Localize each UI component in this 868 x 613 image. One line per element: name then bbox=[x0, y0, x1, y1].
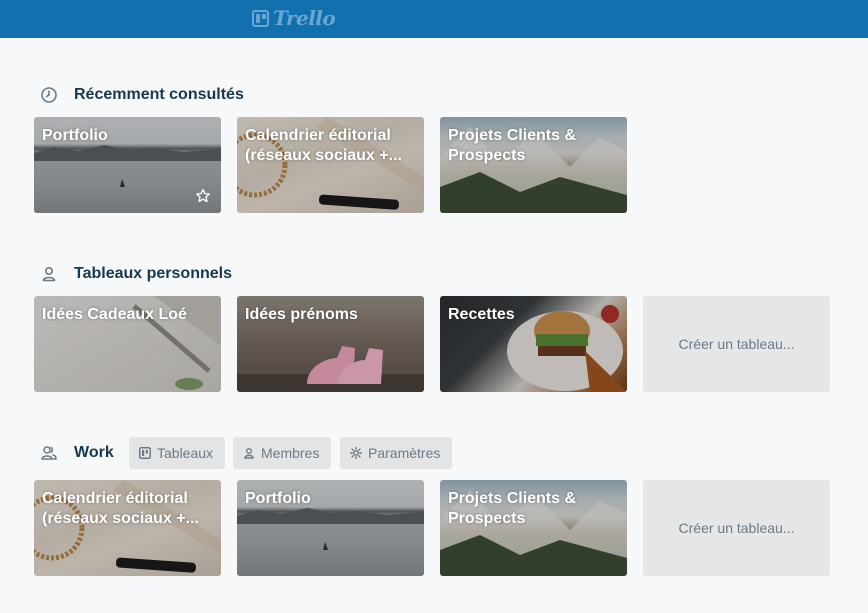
trello-board-icon bbox=[252, 9, 269, 27]
board-title: Idées prénoms bbox=[245, 306, 358, 323]
section-title: Récemment consultés bbox=[74, 86, 244, 103]
create-board-button[interactable]: Créer un tableau... bbox=[643, 296, 830, 392]
board-title: Portfolio bbox=[245, 490, 311, 507]
trello-logo[interactable]: Trello bbox=[252, 6, 336, 30]
board-tile-idees-prenoms[interactable]: Idées prénoms bbox=[237, 296, 424, 392]
logo-text: Trello bbox=[273, 6, 336, 30]
board-title: Projets Clients & Prospects bbox=[448, 127, 577, 164]
recent-section-header: Récemment consultés bbox=[40, 84, 244, 106]
star-icon[interactable] bbox=[195, 188, 211, 204]
team-boards-tab[interactable]: Tableaux bbox=[129, 437, 226, 469]
board-tile-calendrier-editorial[interactable]: Calendrier éditorial (réseaux sociaux +.… bbox=[237, 117, 424, 213]
board-tile-idees-cadeaux[interactable]: Idées Cadeaux Loé bbox=[34, 296, 221, 392]
board-tile-calendrier-editorial[interactable]: Calendrier éditorial (réseaux sociaux +.… bbox=[34, 480, 221, 576]
board-tile-portfolio[interactable]: Portfolio bbox=[34, 117, 221, 213]
board-tile-recettes[interactable]: Recettes bbox=[440, 296, 627, 392]
top-bar: Trello bbox=[0, 0, 868, 38]
tab-label: Tableaux bbox=[157, 445, 214, 461]
personal-section-header: Tableaux personnels bbox=[40, 263, 232, 285]
board-icon bbox=[139, 447, 151, 459]
section-title: Tableaux personnels bbox=[74, 265, 232, 282]
board-title: Portfolio bbox=[42, 127, 108, 144]
board-title: Calendrier éditorial (réseaux sociaux +.… bbox=[245, 127, 402, 164]
board-title: Calendrier éditorial (réseaux sociaux +.… bbox=[42, 490, 199, 527]
team-members-tab[interactable]: Membres bbox=[233, 437, 332, 469]
board-title: Projets Clients & Prospects bbox=[448, 490, 577, 527]
board-tile-portfolio[interactable]: Portfolio bbox=[237, 480, 424, 576]
team-settings-tab[interactable]: Paramètres bbox=[340, 437, 453, 469]
board-tile-projets-clients[interactable]: Projets Clients & Prospects bbox=[440, 117, 627, 213]
tab-label: Paramètres bbox=[368, 445, 441, 461]
team-icon bbox=[41, 446, 57, 460]
board-title: Idées Cadeaux Loé bbox=[42, 306, 187, 323]
clock-icon bbox=[41, 87, 57, 103]
person-icon bbox=[42, 266, 56, 282]
section-title: Work bbox=[74, 444, 114, 461]
board-tile-projets-clients[interactable]: Projets Clients & Prospects bbox=[440, 480, 627, 576]
person-icon bbox=[244, 448, 254, 459]
tab-label: Membres bbox=[261, 445, 320, 461]
work-section-header: Work bbox=[40, 442, 114, 464]
board-title: Recettes bbox=[448, 306, 515, 323]
gear-icon bbox=[350, 447, 362, 459]
create-board-button[interactable]: Créer un tableau... bbox=[643, 480, 830, 576]
